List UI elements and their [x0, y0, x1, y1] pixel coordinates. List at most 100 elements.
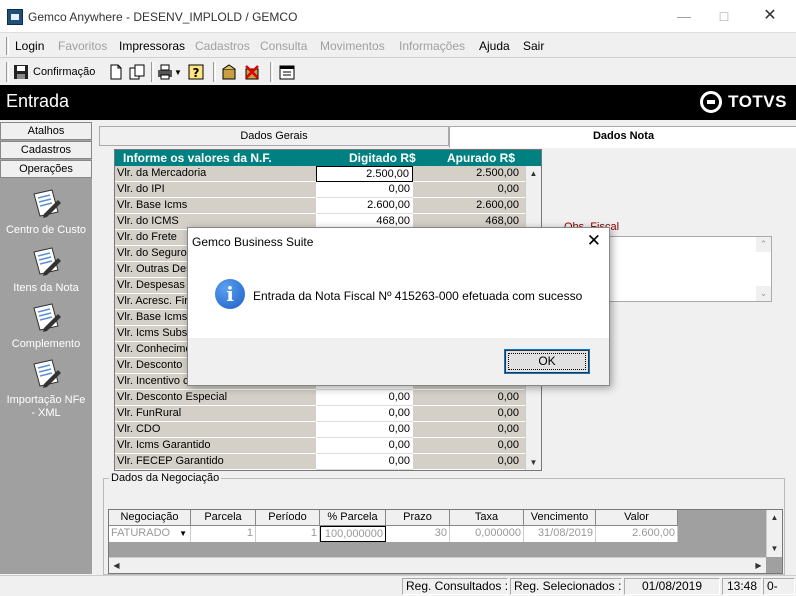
sidebar-item-label: Centro de Custo: [5, 224, 87, 236]
print-dropdown-icon[interactable]: ▼: [174, 68, 182, 77]
confirm-button[interactable]: Confirmação: [13, 62, 95, 82]
message-dialog: Gemco Business Suite ✕ i Entrada da Nota…: [187, 227, 610, 386]
nf-row-label: Vlr. Icms Garantido: [115, 438, 316, 454]
nf-digitado-input[interactable]: 0,00: [316, 438, 413, 454]
scroll-up-icon[interactable]: ▲: [767, 510, 782, 525]
neg-hscrollbar[interactable]: ◀ ▶: [109, 557, 766, 573]
sidebar-tab-operacoes[interactable]: Operações: [0, 160, 92, 178]
svg-text:?: ?: [193, 66, 200, 80]
table-row: Vlr. da Mercadoria 2.500,00 2.500,00: [115, 166, 525, 182]
menu-consulta[interactable]: Consulta: [260, 39, 307, 53]
nf-row-label: Vlr. da Mercadoria: [115, 166, 316, 182]
table-row: Vlr. Desconto Especial 0,00 0,00: [115, 390, 525, 406]
neg-col-vencimento: Vencimento: [524, 510, 596, 526]
neg-parcela-cell[interactable]: 1: [191, 526, 256, 542]
menu-bar: Login Favoritos Impressoras Cadastros Co…: [0, 34, 796, 58]
nf-row-label: Vlr. Base Icms: [115, 198, 316, 214]
nf-apurado-value: 0,00: [413, 182, 525, 198]
neg-parcela-pct-cell[interactable]: 100,000000: [320, 526, 386, 542]
menu-ajuda[interactable]: Ajuda: [479, 39, 510, 53]
nf-digitado-input[interactable]: 2.500,00: [316, 166, 413, 182]
menu-favoritos[interactable]: Favoritos: [58, 39, 107, 53]
toolbar: Confirmação ▼ ?: [0, 59, 796, 85]
form-pencil-icon: [30, 188, 62, 220]
neg-vencimento-cell[interactable]: 31/08/2019: [524, 526, 596, 542]
neg-taxa-cell[interactable]: 0,000000: [450, 526, 524, 542]
new-document-button[interactable]: [108, 62, 124, 82]
status-bar: Reg. Consultados : 1 Reg. Selecionados :…: [0, 575, 796, 596]
sidebar-item-centro-de-custo[interactable]: Centro de Custo: [0, 188, 92, 236]
nf-apurado-value: 0,00: [413, 454, 525, 470]
minimize-icon[interactable]: —: [676, 8, 692, 24]
confirm-label: Confirmação: [33, 66, 96, 78]
neg-col-prazo: Prazo: [386, 510, 450, 526]
dialog-title-bar: Gemco Business Suite ✕: [188, 228, 609, 256]
table-row: Vlr. FECEP Garantido 0,00 0,00: [115, 454, 525, 470]
nf-apurado-value: 0,00: [413, 406, 525, 422]
maximize-icon[interactable]: □: [716, 8, 732, 24]
close-icon[interactable]: ✕: [762, 8, 778, 24]
totvs-logo: TOTVS: [700, 91, 787, 113]
table-row: Vlr. do IPI 0,00 0,00: [115, 182, 525, 198]
sidebar-tab-cadastros[interactable]: Cadastros: [0, 141, 92, 159]
nf-digitado-input[interactable]: 0,00: [316, 390, 413, 406]
close-icon[interactable]: ✕: [587, 232, 601, 250]
status-selecionados: Reg. Selecionados : 1: [510, 578, 622, 595]
help-icon: ?: [188, 64, 204, 80]
new-document-icon: [108, 64, 124, 80]
ok-button[interactable]: OK: [504, 349, 590, 374]
neg-col-valor: Valor: [596, 510, 678, 526]
scroll-down-icon[interactable]: ▼: [526, 455, 541, 470]
sidebar-item-complemento[interactable]: Complemento: [0, 302, 92, 350]
scroll-up-icon[interactable]: ⌃: [756, 237, 771, 252]
nf-digitado-input[interactable]: 0,00: [316, 182, 413, 198]
tab-dados-nota[interactable]: Dados Nota: [449, 126, 796, 148]
print-button[interactable]: ▼: [157, 62, 182, 82]
form-pencil-icon: [30, 302, 62, 334]
menu-sair[interactable]: Sair: [523, 39, 544, 53]
neg-negociacao-select[interactable]: FATURADO ▼: [109, 526, 191, 542]
window-title: Gemco Anywhere - DESENV_IMPLOLD / GEMCO: [28, 10, 298, 24]
menu-movimentos[interactable]: Movimentos: [320, 39, 385, 53]
printer-icon: [157, 64, 173, 80]
toolbar-separator: [270, 62, 273, 82]
sidebar-item-importacao-nfe[interactable]: Importação NFe - XML: [0, 358, 92, 420]
menu-grip: [6, 37, 9, 55]
export-button[interactable]: [221, 62, 237, 82]
menu-informacoes[interactable]: Informações: [399, 39, 465, 53]
negociacao-legend: Dados da Negociação: [109, 472, 222, 484]
nf-row-label: Vlr. FunRural: [115, 406, 316, 422]
neg-col-parcela-pct: % Parcela: [320, 510, 386, 526]
calendar-button[interactable]: [279, 62, 295, 82]
sidebar-tab-atalhos[interactable]: Atalhos: [0, 122, 92, 140]
sidebar-item-itens-da-nota[interactable]: Itens da Nota: [0, 246, 92, 294]
nf-apurado-value: 0,00: [413, 390, 525, 406]
status-time: 13:48: [722, 578, 762, 595]
copy-button[interactable]: [129, 62, 145, 82]
neg-vscrollbar[interactable]: ▲ ▼: [766, 510, 782, 557]
neg-valor-cell[interactable]: 2.600,00: [596, 526, 678, 542]
menu-login[interactable]: Login: [15, 39, 44, 53]
info-icon: i: [215, 279, 245, 309]
sidebar: Atalhos Cadastros Operações Centro de Cu…: [0, 122, 92, 574]
scroll-up-icon[interactable]: ▲: [526, 166, 541, 181]
nf-digitado-input[interactable]: 0,00: [316, 454, 413, 470]
nf-digitado-input[interactable]: 0,00: [316, 422, 413, 438]
scroll-left-icon[interactable]: ◀: [109, 558, 124, 573]
nf-digitado-input[interactable]: 2.600,00: [316, 198, 413, 214]
cancel-action-button[interactable]: [244, 62, 260, 82]
menu-impressoras[interactable]: Impressoras: [119, 39, 185, 53]
nf-digitado-input[interactable]: 0,00: [316, 406, 413, 422]
scroll-down-icon[interactable]: ▼: [767, 541, 782, 556]
neg-prazo-cell[interactable]: 30: [386, 526, 450, 542]
neg-periodo-cell[interactable]: 1: [256, 526, 320, 542]
menu-cadastros[interactable]: Cadastros: [195, 39, 250, 53]
help-button[interactable]: ?: [188, 62, 204, 82]
status-extra: 0-: [763, 578, 795, 595]
cancel-package-icon: [244, 64, 260, 80]
scroll-right-icon[interactable]: ▶: [751, 558, 766, 573]
scroll-down-icon[interactable]: ⌄: [756, 286, 771, 301]
tab-dados-gerais[interactable]: Dados Gerais: [99, 126, 449, 146]
sidebar-item-label: Itens da Nota: [13, 282, 79, 294]
chevron-down-icon[interactable]: ▼: [179, 526, 187, 541]
